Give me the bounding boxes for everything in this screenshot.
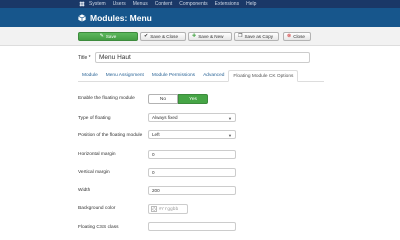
copy-icon: ❐ [238,33,243,39]
width-input[interactable]: 200 [148,186,236,195]
caret-down-icon: ▼ [228,133,232,138]
tab-floating-module-ck-options[interactable]: Floating Module CK Options [228,70,299,82]
vertical-margin-input[interactable]: 0 [148,168,236,177]
close-button[interactable]: ⊗ Close [283,32,311,41]
type-floating-select[interactable]: Always fixed ▼ [148,113,236,122]
color-swatch-icon [151,206,157,212]
nav-item-components[interactable]: Components [179,1,207,7]
title-label: Title * [78,55,91,61]
save-button[interactable]: ✎ Save [78,32,138,41]
tab-advanced[interactable]: Advanced [199,70,228,81]
tab-bar: Module Menu Assignment Module Permission… [78,70,324,82]
save-close-button[interactable]: ✔ Save & Close [140,32,186,41]
close-label: Close [293,34,305,39]
horizontal-margin-input[interactable]: 0 [148,150,236,159]
pencil-icon: ✎ [99,33,104,39]
title-input[interactable]: Menu Haut [95,52,310,63]
save-copy-label: Save as Copy [244,34,274,39]
width-label: Width [78,188,91,193]
check-icon: ✔ [144,33,149,39]
nav-item-content[interactable]: Content [155,1,173,7]
cube-icon [78,13,86,22]
position-value: Left [152,132,160,137]
background-color-value: #rrggbb [159,206,179,212]
enable-yes-button[interactable]: Yes [178,94,208,104]
joomla-logo-icon[interactable] [78,1,85,8]
position-select[interactable]: Left ▼ [148,130,236,139]
floating-css-class-input[interactable] [148,222,236,231]
top-system-nav: System Users Menus Content Components Ex… [0,0,400,8]
nav-item-help[interactable]: Help [246,1,256,7]
type-floating-label: Type of floating [78,116,111,121]
nav-item-extensions[interactable]: Extensions [215,1,239,7]
close-icon: ⊗ [287,33,292,39]
position-label: Position of the floating module [78,133,143,138]
save-copy-button[interactable]: ❐ Save as Copy [234,32,279,41]
tab-module-permissions[interactable]: Module Permissions [148,70,199,81]
enable-floating-toggle: No Yes [148,94,208,104]
save-close-label: Save & Close [150,34,179,39]
background-color-picker[interactable]: #rrggbb [148,204,188,214]
save-new-label: Save & New [198,34,224,39]
page-header: Modules: Menu [0,8,400,27]
save-label: Save [105,34,117,39]
background-color-label: Background color [78,206,116,211]
type-floating-value: Always fixed [152,115,178,120]
nav-item-users[interactable]: Users [113,1,126,7]
enable-floating-label: Enable the floating module [78,96,135,101]
nav-item-system[interactable]: System [89,1,106,7]
save-new-button[interactable]: ✚ Save & New [188,32,232,41]
page-title: Modules: Menu [90,12,152,23]
toolbar: ✎ Save ✔ Save & Close ✚ Save & New ❐ Sav… [0,27,400,46]
tab-module[interactable]: Module [78,70,102,81]
floating-css-class-label: Floating CSS class [78,225,119,230]
enable-no-button[interactable]: No [148,94,178,104]
vertical-margin-label: Vertical margin [78,170,110,175]
nav-item-menus[interactable]: Menus [133,1,148,7]
tab-menu-assignment[interactable]: Menu Assignment [102,70,148,81]
plus-icon: ✚ [192,33,197,39]
horizontal-margin-label: Horizontal margin [78,152,116,157]
caret-down-icon: ▼ [228,116,232,121]
